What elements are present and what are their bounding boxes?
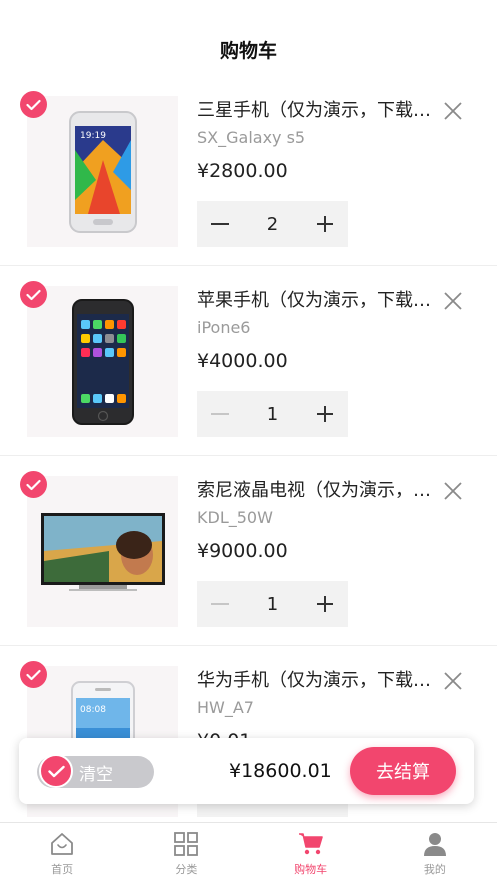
plus-icon <box>317 406 333 422</box>
checkout-bar: 清空 ¥18600.01 去结算 <box>19 738 474 804</box>
quantity-stepper: 1 <box>197 391 348 437</box>
quantity-value[interactable]: 1 <box>243 594 302 615</box>
remove-item-button[interactable] <box>443 671 463 691</box>
minus-icon <box>211 413 229 415</box>
cart-item: 索尼液晶电视（仅为演示，下载… KDL_50W ¥9000.00 1 <box>0 456 497 646</box>
tab-home[interactable]: 首页 <box>0 823 124 883</box>
increase-button[interactable] <box>302 201 348 247</box>
svg-text:08:08: 08:08 <box>80 705 106 715</box>
tab-profile[interactable]: 我的 <box>373 823 497 883</box>
item-checkbox[interactable] <box>20 661 47 688</box>
product-model: iPone6 <box>197 318 251 337</box>
check-icon <box>26 289 41 300</box>
tab-label: 分类 <box>175 863 198 876</box>
svg-text:19:19: 19:19 <box>80 131 106 141</box>
checkout-button[interactable]: 去结算 <box>350 747 456 795</box>
tab-cart[interactable]: 购物车 <box>249 823 373 883</box>
minus-icon <box>211 223 229 225</box>
quantity-value[interactable]: 2 <box>243 214 302 235</box>
decrease-button[interactable] <box>197 581 243 627</box>
increase-button[interactable] <box>302 391 348 437</box>
tab-label: 首页 <box>51 863 74 876</box>
check-icon <box>26 669 41 680</box>
tab-label: 我的 <box>423 863 446 876</box>
page-title: 购物车 <box>219 39 277 62</box>
product-model: KDL_50W <box>197 508 273 527</box>
product-name[interactable]: 索尼液晶电视（仅为演示，下载… <box>197 476 437 502</box>
minus-icon <box>211 603 229 605</box>
product-name[interactable]: 华为手机（仅为演示，下载… <box>197 666 437 692</box>
increase-button[interactable] <box>302 581 348 627</box>
remove-item-button[interactable] <box>443 101 463 121</box>
item-checkbox[interactable] <box>20 471 47 498</box>
samsung-phone-image: 19:19 <box>68 110 137 233</box>
product-price: ¥2800.00 <box>197 160 288 182</box>
clear-label[interactable]: 清空 <box>79 760 113 785</box>
check-icon <box>26 479 41 490</box>
quantity-stepper: 1 <box>197 581 348 627</box>
product-price: ¥4000.00 <box>197 350 288 372</box>
cart-item: 19:19 三星手机（仅为演示，下载… SX_Galaxy s5 ¥2800.0… <box>0 76 497 266</box>
check-icon <box>26 99 41 110</box>
product-model: SX_Galaxy s5 <box>197 128 306 147</box>
home-icon <box>51 833 74 855</box>
item-checkbox[interactable] <box>20 281 47 308</box>
close-icon <box>444 482 462 500</box>
check-icon <box>47 765 65 777</box>
remove-item-button[interactable] <box>443 291 463 311</box>
tab-label: 购物车 <box>294 863 328 876</box>
close-icon <box>444 102 462 120</box>
product-model: HW_A7 <box>197 698 254 717</box>
plus-icon <box>317 596 333 612</box>
total-price: ¥18600.01 <box>229 760 332 782</box>
close-icon <box>444 672 462 690</box>
header: 购物车 <box>0 0 497 86</box>
remove-item-button[interactable] <box>443 481 463 501</box>
tab-category[interactable]: 分类 <box>124 823 248 883</box>
product-name[interactable]: 苹果手机（仅为演示，下载… <box>197 286 437 312</box>
plus-icon <box>317 216 333 232</box>
sony-tv-image <box>40 512 165 591</box>
select-all-checkbox[interactable] <box>39 754 73 788</box>
product-name[interactable]: 三星手机（仅为演示，下载… <box>197 96 437 122</box>
product-image[interactable]: 19:19 <box>27 96 178 247</box>
cart-icon <box>298 833 323 855</box>
item-checkbox[interactable] <box>20 91 47 118</box>
decrease-button[interactable] <box>197 201 243 247</box>
close-icon <box>444 292 462 310</box>
user-icon <box>423 833 446 856</box>
quantity-value[interactable]: 1 <box>243 404 302 425</box>
cart-item: 苹果手机（仅为演示，下载… iPone6 ¥4000.00 1 <box>0 266 497 456</box>
product-image[interactable] <box>27 286 178 437</box>
iphone-image <box>71 298 134 425</box>
quantity-stepper: 2 <box>197 201 348 247</box>
cart-list: 19:19 三星手机（仅为演示，下载… SX_Galaxy s5 ¥2800.0… <box>0 76 497 836</box>
tab-bar: 首页 分类 购物车 我的 <box>0 822 497 883</box>
product-price: ¥9000.00 <box>197 540 288 562</box>
product-image[interactable] <box>27 476 178 627</box>
decrease-button[interactable] <box>197 391 243 437</box>
category-icon <box>174 832 199 856</box>
